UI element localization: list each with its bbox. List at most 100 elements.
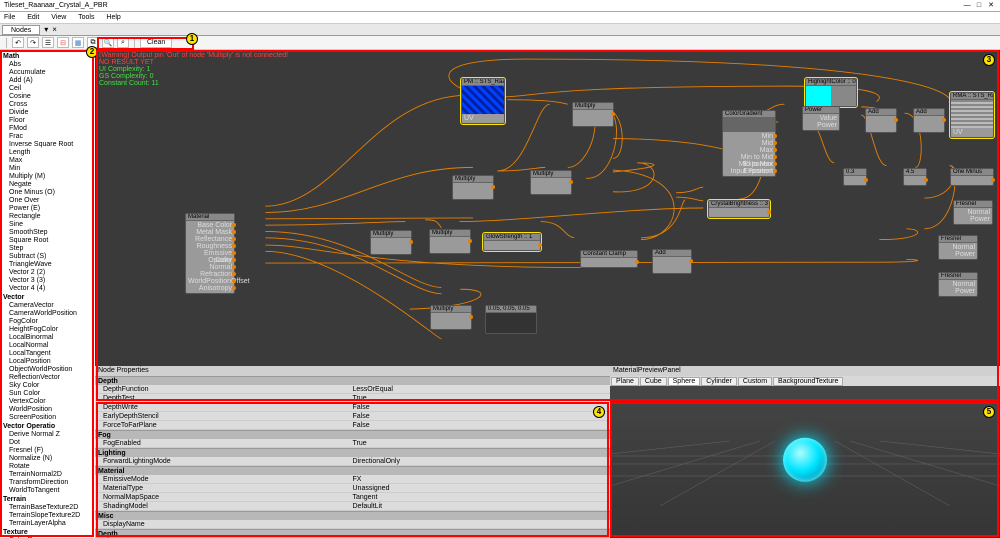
close-button[interactable]: ✕: [986, 0, 996, 12]
palette-item[interactable]: WorldPosition: [3, 406, 92, 414]
palette-item[interactable]: Floor: [3, 117, 92, 125]
node-colorgradient[interactable]: ColorGradient MinMidMaxMin to Mid Expone…: [722, 110, 776, 177]
node-fresnel[interactable]: FresnelNormalPower: [938, 272, 978, 297]
node-rma-texture[interactable]: RMA :: STS_Raanaar_Lamp_Crys...UV: [950, 92, 994, 138]
minimize-button[interactable]: —: [962, 0, 972, 12]
toolbar-layout-icon[interactable]: ▦: [72, 37, 84, 48]
preview-tab[interactable]: Cube: [640, 377, 667, 386]
menu-help[interactable]: Help: [106, 14, 120, 21]
palette-item[interactable]: Step: [3, 245, 92, 253]
palette-item[interactable]: TriangleWave: [3, 261, 92, 269]
palette-item[interactable]: TerrainNormal2D: [3, 471, 92, 479]
node-multiply[interactable]: Multiply: [430, 305, 472, 330]
clean-button[interactable]: Clean: [140, 37, 172, 48]
menu-edit[interactable]: Edit: [27, 14, 39, 21]
property-section[interactable]: Fog: [95, 430, 610, 439]
palette-item[interactable]: Rotate: [3, 463, 92, 471]
property-row[interactable]: ShadingModelDefaultLit: [95, 502, 610, 511]
property-row[interactable]: EarlyDepthStencilFalse: [95, 412, 610, 421]
palette-item[interactable]: LocalNormal: [3, 342, 92, 350]
property-section[interactable]: Material: [95, 466, 610, 475]
palette-item[interactable]: TerrainBaseTexture2D: [3, 504, 92, 512]
maximize-button[interactable]: □: [974, 0, 984, 12]
palette-item[interactable]: Multiply (M): [3, 173, 92, 181]
property-row[interactable]: DepthTestTrue: [95, 394, 610, 403]
palette-item[interactable]: Max: [3, 157, 92, 165]
palette-item[interactable]: Sky Color: [3, 382, 92, 390]
node-const005[interactable]: 0.05, 0.05, 0.05: [485, 305, 537, 334]
toolbar-zoom-icon[interactable]: 🔍: [102, 37, 114, 48]
node-palette[interactable]: MathAbsAccumulateAdd (A)CeilCosineCrossD…: [0, 50, 95, 538]
tab-dropdown-icon[interactable]: ▾: [44, 25, 48, 34]
palette-item[interactable]: Sine: [3, 221, 92, 229]
toolbar-grid-icon[interactable]: ⊟: [57, 37, 69, 48]
node-crystalbrightness[interactable]: CrystalBrightness :: 3: [708, 200, 770, 218]
palette-item[interactable]: FMod: [3, 125, 92, 133]
property-section[interactable]: Misc: [95, 511, 610, 520]
palette-item[interactable]: Cosine: [3, 93, 92, 101]
node-highlightcolor[interactable]: HighlightColor :: 0.0277526...: [805, 78, 857, 107]
property-row[interactable]: DepthWriteFalse: [95, 403, 610, 412]
palette-item[interactable]: Add (A): [3, 77, 92, 85]
node-const03[interactable]: 0.3: [843, 168, 867, 186]
toolbar-undo[interactable]: ↶: [12, 37, 24, 48]
node-fresnel[interactable]: FresnelNormalPower: [953, 200, 993, 225]
palette-item[interactable]: Ceil: [3, 85, 92, 93]
toolbar-redo[interactable]: ↷: [27, 37, 39, 48]
node-add[interactable]: Add: [652, 249, 692, 274]
tab-close-icon[interactable]: ×: [52, 25, 57, 34]
menu-file[interactable]: File: [4, 14, 15, 21]
palette-item[interactable]: Accumulate: [3, 69, 92, 77]
toolbar-copy-icon[interactable]: ⧉: [87, 37, 99, 48]
menu-tools[interactable]: Tools: [78, 14, 94, 21]
preview-viewport[interactable]: [610, 386, 1000, 538]
property-section[interactable]: Depth: [95, 376, 610, 385]
palette-item[interactable]: CameraVector: [3, 302, 92, 310]
palette-item[interactable]: Subtract (S): [3, 253, 92, 261]
node-constantclamp[interactable]: Constant Clamp: [580, 250, 638, 268]
toolbar-search-icon[interactable]: ⌕: [117, 37, 129, 48]
palette-item[interactable]: Min: [3, 165, 92, 173]
palette-item[interactable]: Square Root: [3, 237, 92, 245]
property-row[interactable]: DisplayName: [95, 520, 610, 529]
property-row[interactable]: DepthFunctionLessOrEqual: [95, 385, 610, 394]
palette-item[interactable]: Frac: [3, 133, 92, 141]
palette-item[interactable]: Vector 4 (4): [3, 285, 92, 293]
palette-item[interactable]: One Over: [3, 197, 92, 205]
palette-item[interactable]: ObjectWorldPosition: [3, 366, 92, 374]
palette-item[interactable]: HeightFogColor: [3, 326, 92, 334]
palette-item[interactable]: Power (E): [3, 205, 92, 213]
palette-item[interactable]: SmoothStep: [3, 229, 92, 237]
preview-tab[interactable]: Custom: [738, 377, 772, 386]
node-power[interactable]: PowerValuePower: [802, 106, 840, 131]
node-oneminus[interactable]: One Minus: [950, 168, 994, 186]
palette-item[interactable]: LocalPosition: [3, 358, 92, 366]
palette-item[interactable]: Length: [3, 149, 92, 157]
palette-item[interactable]: Vector 3 (3): [3, 277, 92, 285]
palette-item[interactable]: TransformDirection: [3, 479, 92, 487]
preview-tab[interactable]: Cylinder: [701, 377, 737, 386]
node-properties[interactable]: Node Properties DepthDepthFunctionLessOr…: [95, 366, 610, 538]
property-section[interactable]: Depth: [95, 529, 610, 538]
node-multiply[interactable]: Multiply: [429, 229, 471, 254]
property-row[interactable]: ForceToFarPlaneFalse: [95, 421, 610, 430]
property-row[interactable]: ForwardLightingModeDirectionalOnly: [95, 457, 610, 466]
palette-item[interactable]: Derive Normal Z: [3, 431, 92, 439]
property-row[interactable]: NormalMapSpaceTangent: [95, 493, 610, 502]
palette-item[interactable]: One Minus (O): [3, 189, 92, 197]
palette-item[interactable]: WorldToTangent: [3, 487, 92, 495]
palette-item[interactable]: TerrainLayerAlpha: [3, 520, 92, 528]
node-pm-texture[interactable]: PM :: STS_Raanaar_Lamp_Crys...UV: [461, 78, 505, 124]
property-row[interactable]: FogEnabledTrue: [95, 439, 610, 448]
palette-item[interactable]: Dot: [3, 439, 92, 447]
palette-item[interactable]: Inverse Square Root: [3, 141, 92, 149]
node-material[interactable]: Material Base ColorMetal MaskReflectance…: [185, 213, 235, 294]
node-add[interactable]: Add: [865, 108, 897, 133]
palette-item[interactable]: Cross: [3, 101, 92, 109]
palette-item[interactable]: ReflectionVector: [3, 374, 92, 382]
tab-nodes[interactable]: Nodes: [2, 25, 40, 35]
node-const45[interactable]: 4.5: [903, 168, 927, 186]
palette-item[interactable]: Abs: [3, 61, 92, 69]
palette-item[interactable]: LocalTangent: [3, 350, 92, 358]
palette-item[interactable]: Negate: [3, 181, 92, 189]
